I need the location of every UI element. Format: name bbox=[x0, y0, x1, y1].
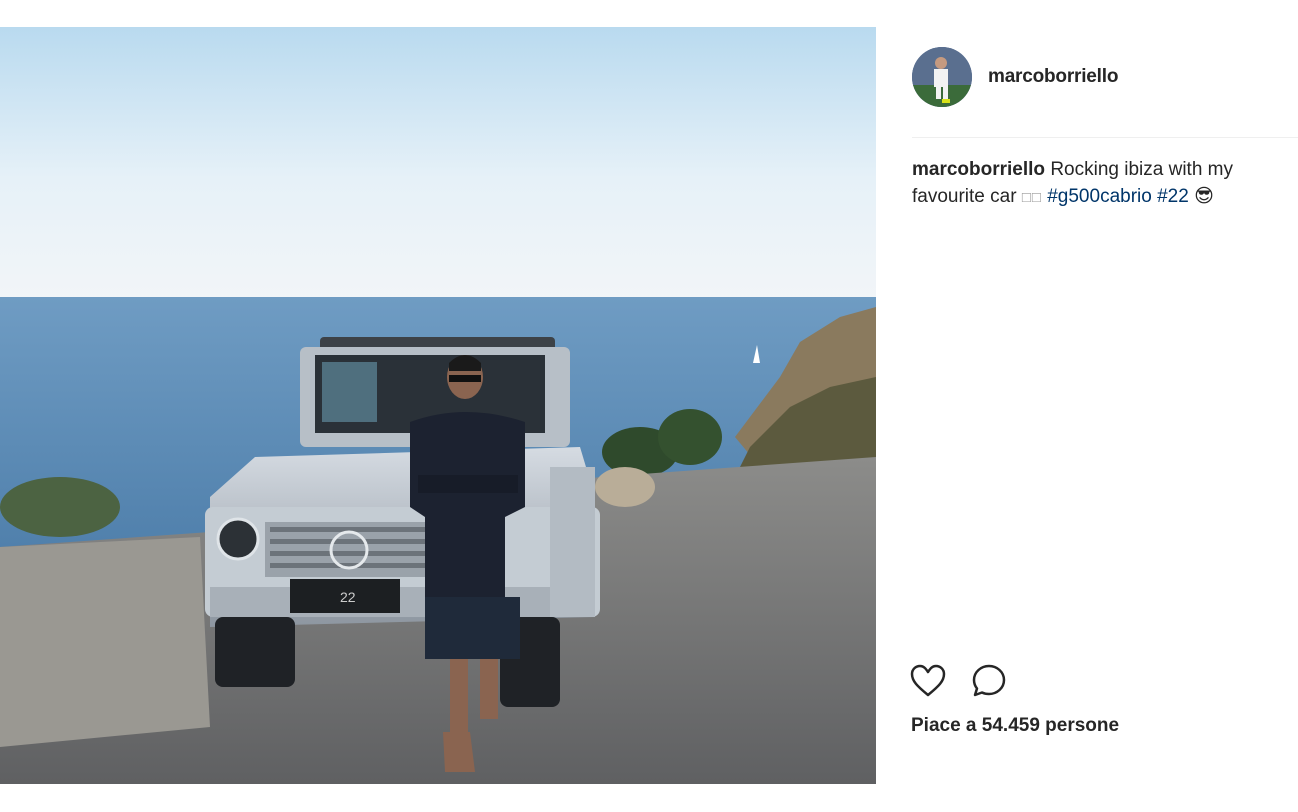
caption-unrendered-glyphs: □□ bbox=[1021, 189, 1042, 206]
comment-icon bbox=[972, 664, 1006, 697]
caption-username[interactable]: marcoborriello bbox=[912, 159, 1045, 180]
post-photo-image: 22 bbox=[0, 27, 876, 784]
post-username[interactable]: marcoborriello bbox=[988, 66, 1118, 88]
sunglasses-emoji: 😎 bbox=[1194, 185, 1214, 207]
post-header: marcoborriello bbox=[876, 27, 1298, 137]
hashtag-link[interactable]: #g500cabrio bbox=[1047, 186, 1152, 207]
heart-icon bbox=[910, 664, 946, 697]
plate-text: 22 bbox=[340, 589, 356, 605]
like-button[interactable] bbox=[909, 663, 949, 703]
post-caption: marcoborriello Rocking ibiza with my fav… bbox=[912, 156, 1282, 211]
post-sidebar: marcoborriello marcoborriello Rocking ib… bbox=[876, 27, 1298, 784]
likes-count[interactable]: Piace a 54.459 persone bbox=[911, 715, 1119, 737]
divider bbox=[912, 137, 1298, 138]
avatar-image bbox=[912, 47, 972, 107]
hashtag-link[interactable]: #22 bbox=[1157, 186, 1189, 207]
avatar[interactable] bbox=[912, 47, 972, 107]
comment-button[interactable] bbox=[971, 663, 1011, 703]
post-photo[interactable]: 22 bbox=[0, 27, 876, 784]
